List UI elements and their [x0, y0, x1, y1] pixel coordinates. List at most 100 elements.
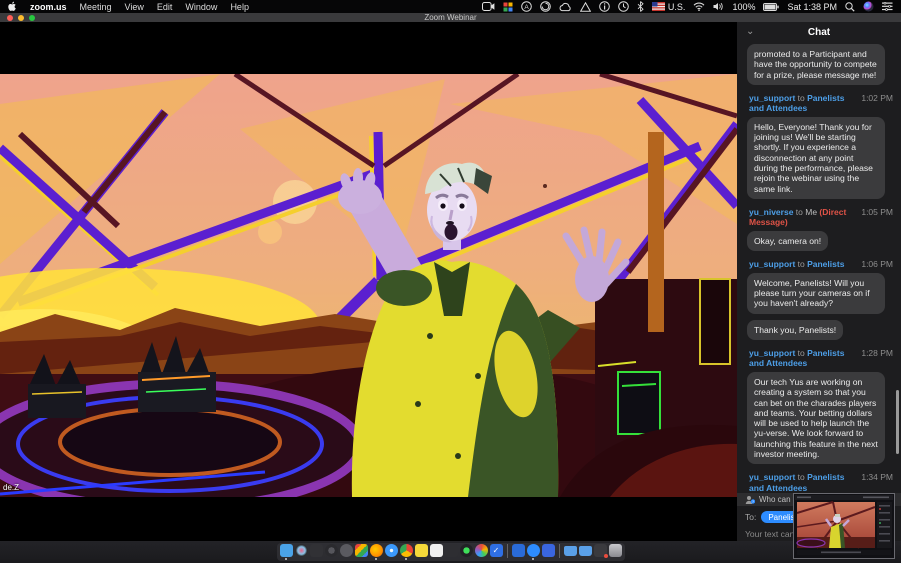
menu-item-view[interactable]: View	[125, 2, 144, 12]
floating-video-thumbnail[interactable]	[793, 493, 895, 563]
menu-item-window[interactable]: Window	[185, 2, 217, 12]
chat-scrollbar[interactable]	[896, 390, 899, 454]
chat-bubble: Thank you, Panelists!	[747, 320, 843, 340]
volume-icon[interactable]	[713, 2, 724, 11]
chat-bubble: Hello, Everyone! Thank you for joining u…	[747, 117, 885, 199]
chat-message: yu_support to Panelists and Attendees1:0…	[747, 93, 893, 199]
dock-stack[interactable]	[594, 544, 607, 557]
participant-name-label: de.Z	[3, 483, 19, 492]
chat-message: yu_support to Panelists 1:06 PM Welcome, P…	[747, 259, 893, 340]
wifi-icon[interactable]	[693, 2, 705, 11]
chat-sender: yu_support	[749, 93, 795, 103]
chat-message-header: yu_support to Panelists and Attendees1:2…	[749, 348, 893, 369]
dock-chrome[interactable]	[400, 544, 413, 557]
triangle-icon[interactable]	[580, 2, 591, 12]
chat-recipient: Me	[805, 207, 817, 217]
chat-sender: yu_niverse	[749, 207, 793, 217]
zoom-window-body: de.Z ⌄ Chat promoted to a Participant an…	[0, 22, 901, 541]
chat-panel: ⌄ Chat promoted to a Participant and hav…	[737, 22, 901, 541]
chat-sender: yu_support	[749, 259, 795, 269]
dock-reminders[interactable]: ✓	[490, 544, 503, 557]
dock-launchpad[interactable]	[355, 544, 368, 557]
desktop-screen: zoom.us Meeting View Edit Window Help A	[0, 0, 901, 563]
dock-folder-1[interactable]	[564, 546, 577, 556]
svg-text:?: ?	[752, 500, 754, 504]
dock-trash[interactable]	[609, 544, 622, 557]
chat-message: yu_support to Panelists and Attendees1:2…	[747, 348, 893, 464]
dock-firefox[interactable]	[370, 544, 383, 557]
dock-stickies[interactable]	[415, 544, 428, 557]
chat-recipient: Panelists	[807, 259, 844, 269]
dock-video-app[interactable]	[542, 544, 555, 557]
dock-docs-app[interactable]	[512, 544, 525, 557]
dock: ✓	[277, 543, 625, 561]
dock-photos[interactable]	[295, 544, 308, 557]
video-camera-icon[interactable]	[482, 2, 495, 11]
menu-item-meeting[interactable]: Meeting	[80, 2, 112, 12]
dock-dark-app[interactable]	[445, 544, 458, 557]
chat-timestamp: 1:05 PM	[861, 207, 893, 218]
chat-to-word: to	[795, 348, 807, 358]
puzzle-icon[interactable]	[503, 2, 513, 12]
battery-icon[interactable]	[763, 3, 779, 11]
svg-text:A: A	[524, 4, 529, 11]
apple-menu-icon[interactable]	[8, 1, 17, 12]
chat-timestamp: 1:28 PM	[861, 348, 893, 359]
clock-icon[interactable]	[618, 1, 629, 12]
chat-timestamp: 1:06 PM	[861, 259, 893, 270]
chat-timestamp: 1:02 PM	[861, 93, 893, 104]
chat-bubble: Our tech Yus are working on creating a s…	[747, 372, 885, 464]
input-source-label: U.S.	[668, 2, 686, 12]
chat-bubble: Okay, camera on!	[747, 231, 828, 251]
dock-finder[interactable]	[280, 544, 293, 557]
us-flag-icon[interactable]: U.S.	[652, 2, 686, 12]
siri-icon[interactable]	[863, 1, 874, 12]
chat-to-word: to	[795, 259, 807, 269]
dock-terminal[interactable]	[310, 544, 323, 557]
dock-media-app[interactable]	[325, 544, 338, 557]
circle-a-icon[interactable]: A	[521, 1, 532, 12]
chat-sender: yu_support	[749, 472, 795, 482]
chat-to-word: to	[793, 207, 805, 217]
who-can-see-icon: ?	[745, 495, 755, 505]
chat-message: yu_support to Panelists and Attendees1:3…	[747, 472, 893, 493]
to-label: To:	[745, 512, 756, 522]
dock-zoom[interactable]	[527, 544, 540, 557]
chat-message: promoted to a Participant and have the o…	[747, 44, 893, 85]
dock-color-wheel-app[interactable]	[475, 544, 488, 557]
menu-bar-clock[interactable]: Sat 1:38 PM	[787, 2, 837, 12]
battery-percent-label: 100%	[732, 2, 755, 12]
dock-safari[interactable]	[385, 544, 398, 557]
chat-message-list[interactable]: promoted to a Participant and have the o…	[737, 36, 901, 493]
bluetooth-icon[interactable]	[637, 1, 644, 12]
chat-sender: yu_support	[749, 348, 795, 358]
chat-message-header: yu_support to Panelists and Attendees1:3…	[749, 472, 893, 493]
zoom-window-titlebar[interactable]: Zoom Webinar	[0, 13, 901, 22]
chat-message-header: yu_niverse to Me (Direct Message)1:05 PM	[749, 207, 893, 228]
chat-message-header: yu_support to Panelists 1:06 PM	[749, 259, 893, 270]
chat-to-word: to	[795, 93, 807, 103]
swirl-icon[interactable]	[540, 1, 551, 12]
dock-separator	[559, 544, 560, 558]
dock-utility-app[interactable]	[340, 544, 353, 557]
chat-bubble: Welcome, Panelists! Will you please turn…	[747, 273, 885, 314]
cloud-icon[interactable]	[559, 2, 572, 12]
control-center-icon[interactable]	[882, 2, 893, 11]
desktop-strip: ✓	[0, 541, 901, 563]
dock-folder-2[interactable]	[579, 546, 592, 556]
info-icon[interactable]	[599, 1, 610, 12]
webinar-video-frame	[0, 74, 737, 497]
dock-notes[interactable]	[430, 544, 443, 557]
dock-spotify[interactable]	[460, 544, 473, 557]
window-title: Zoom Webinar	[0, 13, 901, 22]
menu-item-edit[interactable]: Edit	[157, 2, 173, 12]
search-icon[interactable]	[845, 2, 855, 12]
menu-bar: zoom.us Meeting View Edit Window Help A	[0, 0, 901, 13]
chat-timestamp: 1:34 PM	[861, 472, 893, 483]
chat-to-word: to	[795, 472, 807, 482]
menu-item-help[interactable]: Help	[230, 2, 249, 12]
chat-message-header: yu_support to Panelists and Attendees1:0…	[749, 93, 893, 114]
chat-bubble: promoted to a Participant and have the o…	[747, 44, 885, 85]
webinar-video-pane: de.Z	[0, 22, 737, 541]
menu-item-app[interactable]: zoom.us	[30, 2, 67, 12]
